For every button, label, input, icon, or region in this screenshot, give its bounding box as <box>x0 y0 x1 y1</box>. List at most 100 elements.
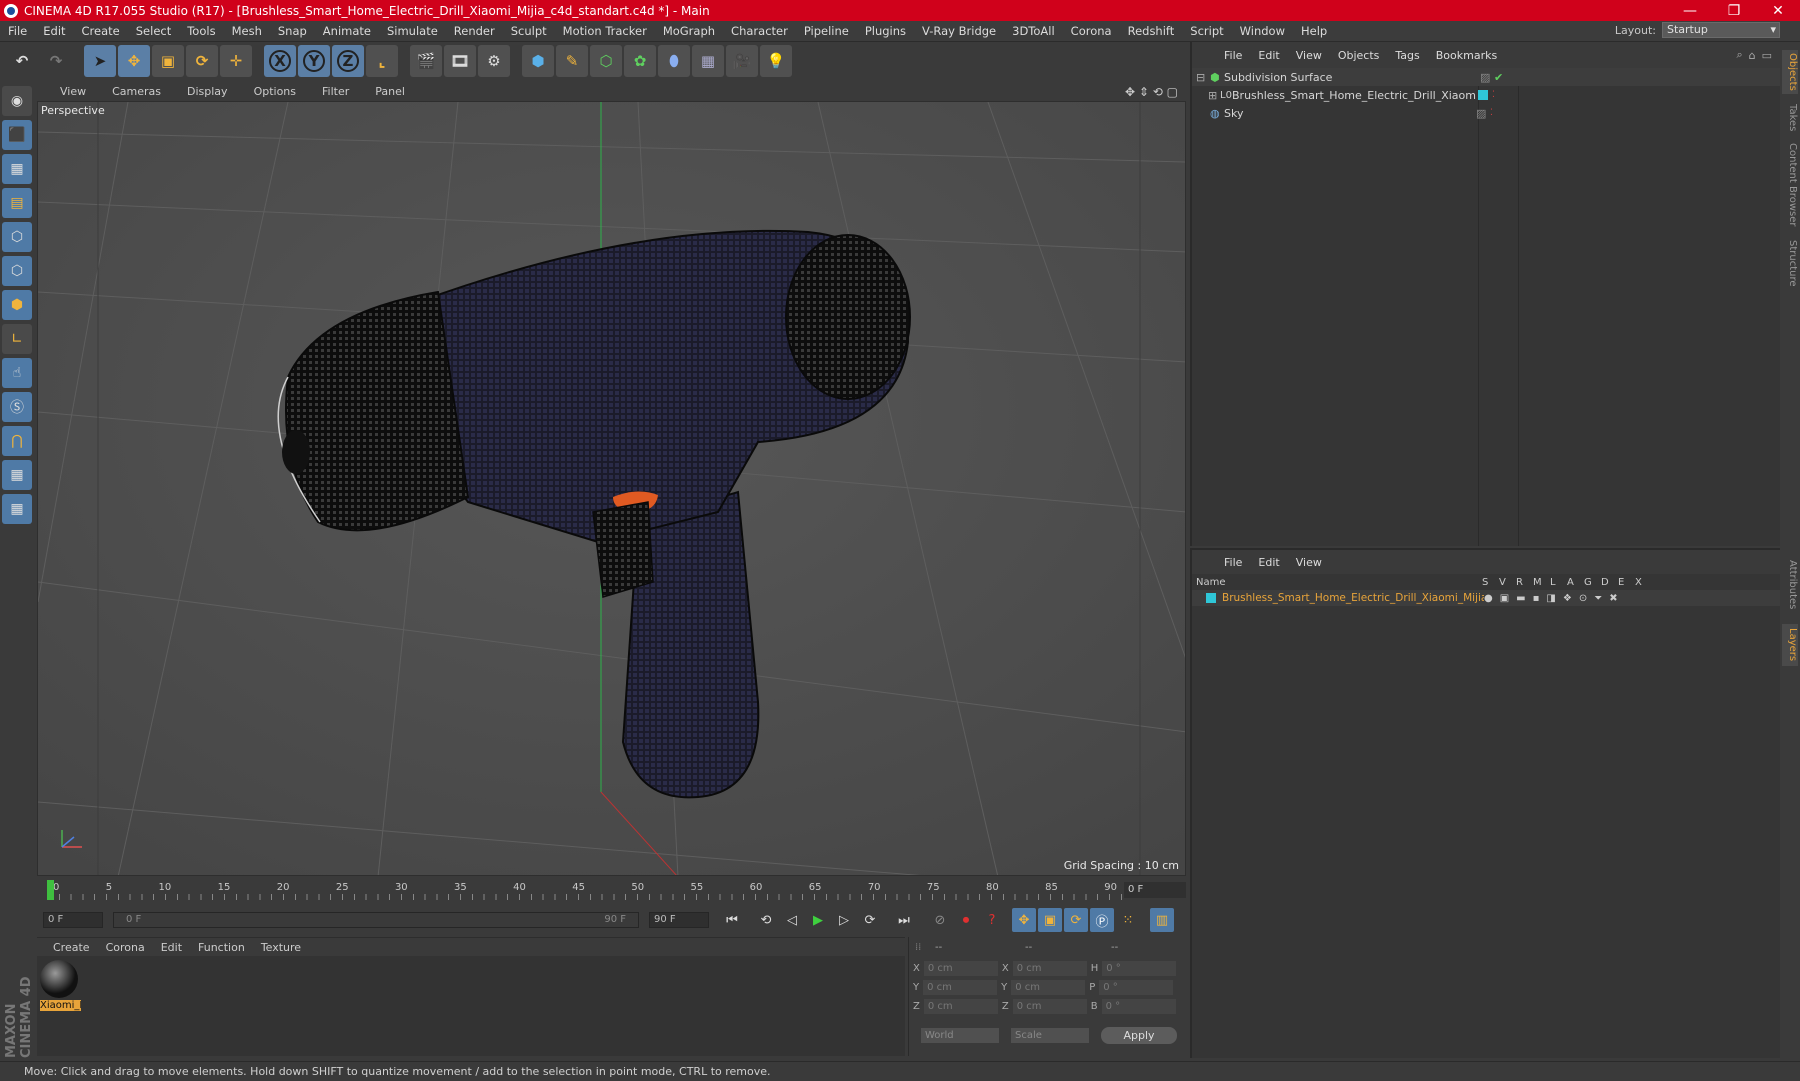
material-menu-create[interactable]: Create <box>45 941 98 954</box>
previous-key-icon[interactable]: ⟲ <box>754 908 778 932</box>
perspective-viewport[interactable]: Perspective Grid Spacing : 10 cm <box>37 101 1186 876</box>
size-x-field[interactable]: 0 cm <box>1012 961 1087 976</box>
apply-button[interactable]: Apply <box>1101 1027 1177 1044</box>
spline-pen-icon[interactable]: ✎ <box>556 45 588 77</box>
menu-window[interactable]: Window <box>1232 24 1293 38</box>
tab-structure[interactable]: Structure <box>1782 234 1798 292</box>
viewport-menu-filter[interactable]: Filter <box>306 85 359 98</box>
object-row[interactable]: ◍ Sky ▨ ⁚ <box>1192 104 1782 122</box>
obj-menu-file[interactable]: File <box>1216 49 1250 62</box>
enabled-check-icon[interactable]: ✔ <box>1494 71 1503 84</box>
visibility-dots-icon[interactable]: ⁚ <box>1492 90 1495 100</box>
deformer-icon[interactable]: ⬮ <box>658 45 690 77</box>
menu-render[interactable]: Render <box>446 24 503 38</box>
maximize-button[interactable]: ❐ <box>1712 3 1756 19</box>
key-scale-icon[interactable]: ▣ <box>1038 908 1062 932</box>
column-visible[interactable]: V <box>1499 577 1516 588</box>
menu-vray-bridge[interactable]: V-Ray Bridge <box>914 24 1004 38</box>
texture-mode-icon[interactable]: ▦ <box>2 154 32 184</box>
viewport-menu-view[interactable]: View <box>44 85 96 98</box>
menu-file[interactable]: File <box>0 24 35 38</box>
play-icon[interactable]: ▶ <box>806 908 830 932</box>
light-icon[interactable]: 💡 <box>760 45 792 77</box>
close-button[interactable]: ✕ <box>1756 3 1800 19</box>
obj-home-icon[interactable]: ⌂ <box>1749 49 1762 62</box>
tab-layers[interactable]: Layers <box>1782 624 1798 666</box>
grid-lock-icon[interactable]: ▦ <box>2 460 32 490</box>
redo-icon[interactable]: ↷ <box>40 45 72 77</box>
layer-toggle-icons[interactable]: ●▣▬▪◨❖⊙⏷✖ <box>1484 593 1625 604</box>
rot-b-field[interactable]: 0 ° <box>1101 999 1176 1014</box>
snap-icon[interactable]: Ⓢ <box>2 392 32 422</box>
rot-p-field[interactable]: 0 ° <box>1099 980 1174 995</box>
workplane-lock-icon[interactable]: ▦ <box>2 494 32 524</box>
menu-3dtoall[interactable]: 3DToAll <box>1004 24 1063 38</box>
go-to-start-icon[interactable]: ⏮ <box>720 908 744 932</box>
cube-primitive-icon[interactable]: ⬢ <box>522 45 554 77</box>
menu-plugins[interactable]: Plugins <box>857 24 914 38</box>
pos-x-field[interactable]: 0 cm <box>923 961 998 976</box>
autokey-icon[interactable]: ? <box>980 908 1004 932</box>
pos-y-field[interactable]: 0 cm <box>923 980 998 995</box>
start-frame-field[interactable]: 0 F <box>43 912 103 928</box>
size-z-field[interactable]: 0 cm <box>1012 999 1087 1014</box>
menu-redshift[interactable]: Redshift <box>1120 24 1183 38</box>
playhead[interactable] <box>47 880 54 900</box>
expand-icon[interactable]: ⊟ <box>1196 71 1210 84</box>
layer-menu-view[interactable]: View <box>1288 556 1330 569</box>
visibility-dots-icon[interactable]: ⁚ <box>1490 108 1493 118</box>
column-manager[interactable]: M <box>1533 577 1550 588</box>
render-settings-icon[interactable]: ⚙ <box>478 45 510 77</box>
coordinate-system-icon[interactable]: ⌞ <box>366 45 398 77</box>
column-locked[interactable]: L <box>1550 577 1567 588</box>
coordinate-space-dropdown[interactable]: World <box>921 1028 999 1043</box>
tab-attributes[interactable]: Attributes <box>1782 552 1798 618</box>
x-axis-lock-button[interactable]: X <box>264 45 296 77</box>
minimize-button[interactable]: — <box>1668 3 1712 19</box>
menu-mesh[interactable]: Mesh <box>224 24 270 38</box>
layer-color-swatch[interactable] <box>1206 593 1216 603</box>
column-animation[interactable]: A <box>1567 577 1584 588</box>
tab-content-browser[interactable]: Content Browser <box>1782 142 1798 228</box>
layer-menu-edit[interactable]: Edit <box>1250 556 1287 569</box>
undo-icon[interactable]: ↶ <box>6 45 38 77</box>
previous-frame-icon[interactable]: ◁ <box>780 908 804 932</box>
obj-menu-edit[interactable]: Edit <box>1250 49 1287 62</box>
current-frame-field[interactable]: 0 F <box>1124 882 1186 898</box>
menu-sculpt[interactable]: Sculpt <box>503 24 555 38</box>
layer-name[interactable]: Brushless_Smart_Home_Electric_Drill_Xiao… <box>1222 592 1484 604</box>
menu-pipeline[interactable]: Pipeline <box>796 24 857 38</box>
viewport-menu-options[interactable]: Options <box>238 85 306 98</box>
column-solo[interactable]: S <box>1482 577 1499 588</box>
obj-menu-tags[interactable]: Tags <box>1387 49 1427 62</box>
floor-scene-icon[interactable]: ▦ <box>692 45 724 77</box>
obj-menu-objects[interactable]: Objects <box>1330 49 1388 62</box>
layer-placeholder-icon[interactable]: ▨ <box>1480 71 1494 84</box>
menu-snap[interactable]: Snap <box>270 24 315 38</box>
key-parameter-icon[interactable]: Ⓟ <box>1090 908 1114 932</box>
axis-mode-icon[interactable]: ∟ <box>2 324 32 354</box>
next-frame-icon[interactable]: ▷ <box>832 908 856 932</box>
coord-drag-handle[interactable]: ⁞⁞ <box>915 942 935 953</box>
go-to-end-icon[interactable]: ⏭ <box>892 908 916 932</box>
render-view-icon[interactable]: 🎬 <box>410 45 442 77</box>
column-render[interactable]: R <box>1516 577 1533 588</box>
rotate-tool-icon[interactable]: ⟳ <box>186 45 218 77</box>
scale-tool-icon[interactable]: ▣ <box>152 45 184 77</box>
menu-create[interactable]: Create <box>74 24 128 38</box>
key-pla-icon[interactable]: ⁙ <box>1116 908 1140 932</box>
column-xref[interactable]: X <box>1635 577 1652 588</box>
material-menu-function[interactable]: Function <box>190 941 253 954</box>
key-rotation-icon[interactable]: ⟳ <box>1064 908 1088 932</box>
points-mode-icon[interactable]: ⬡ <box>2 222 32 252</box>
viewport-menu-panel[interactable]: Panel <box>359 85 415 98</box>
live-selection-icon[interactable]: ✛ <box>220 45 252 77</box>
object-row[interactable]: ⊞ L0 Brushless_Smart_Home_Electric_Drill… <box>1192 86 1782 104</box>
column-expressions[interactable]: E <box>1618 577 1635 588</box>
menu-animate[interactable]: Animate <box>315 24 379 38</box>
camera-icon[interactable]: 🎥 <box>726 45 758 77</box>
keyframe-selection-icon[interactable]: ⊘ <box>928 908 952 932</box>
workplane-mode-icon[interactable]: ▤ <box>2 188 32 218</box>
menu-character[interactable]: Character <box>723 24 796 38</box>
z-axis-lock-button[interactable]: Z <box>332 45 364 77</box>
